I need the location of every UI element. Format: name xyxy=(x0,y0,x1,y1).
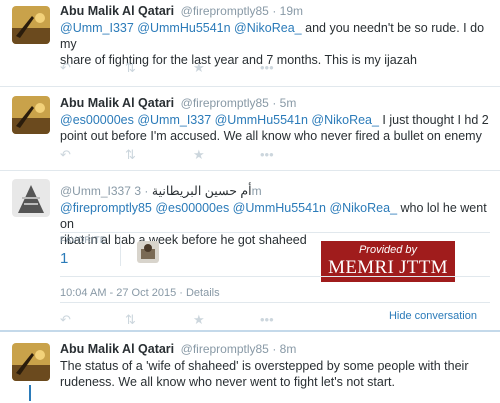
mentions[interactable]: @firepromptly85 @es00000es @UmmHu5541n @… xyxy=(60,201,397,215)
tweet-text-line: The status of a 'wife of shaheed' is ove… xyxy=(60,359,469,373)
user-handle[interactable]: @firepromptly85 xyxy=(181,96,269,110)
tweet-date-details[interactable]: 10:04 AM - 27 Oct 2015 · Details xyxy=(60,287,220,299)
retweet-icon[interactable]: ⇅ xyxy=(125,312,136,328)
divider xyxy=(60,276,490,277)
thread-line xyxy=(29,385,31,401)
timestamp[interactable]: · 19m xyxy=(272,4,303,18)
display-name[interactable]: Abu Malik Al Qatari xyxy=(60,96,174,110)
timestamp[interactable]: · 8m xyxy=(272,342,296,356)
tweet-text-part: I just thought I hd 2 xyxy=(378,113,489,127)
tweet-text-line: share of fighting for the last year and … xyxy=(60,53,417,67)
avatar[interactable] xyxy=(12,343,50,381)
conversation-divider xyxy=(0,330,500,332)
reply-icon[interactable]: ↶ xyxy=(60,147,71,163)
retweet-icon[interactable]: ⇅ xyxy=(125,60,136,76)
favorite-stat-label[interactable]: FAVORITE xyxy=(60,235,106,245)
favoriter-avatar[interactable] xyxy=(137,241,159,263)
user-handle[interactable]: @firepromptly85 xyxy=(181,4,269,18)
tweet-header: Abu Malik Al Qatari @firepromptly85 · 8m xyxy=(60,341,490,357)
tweet-2[interactable]: Abu Malik Al Qatari @firepromptly85 · 5m… xyxy=(0,87,500,169)
user-handle[interactable]: @Umm_I337 xyxy=(60,184,131,198)
tweet-text-line: point out before I'm accused. We all kno… xyxy=(60,129,482,143)
avatar[interactable] xyxy=(12,179,50,217)
more-icon[interactable]: ••• xyxy=(260,312,274,328)
stat-separator xyxy=(120,236,121,266)
user-handle[interactable]: @firepromptly85 xyxy=(181,342,269,356)
hide-conversation-link[interactable]: Hide conversation xyxy=(389,310,477,322)
divider xyxy=(60,232,490,233)
badge-top: Provided by xyxy=(358,244,418,256)
reply-icon[interactable]: ↶ xyxy=(60,60,71,76)
display-name[interactable]: Abu Malik Al Qatari xyxy=(60,4,174,18)
mentions[interactable]: @Umm_I337 @UmmHu5541n @NikoRea_ xyxy=(60,21,302,35)
tweet-header: Abu Malik Al Qatari @firepromptly85 · 19… xyxy=(60,3,490,19)
star-icon[interactable]: ★ xyxy=(193,312,205,328)
mentions[interactable]: @es00000es @Umm_I337 @UmmHu5541n @NikoRe… xyxy=(60,113,379,127)
tweet-4[interactable]: Abu Malik Al Qatari @firepromptly85 · 8m… xyxy=(0,333,500,403)
display-name[interactable]: Abu Malik Al Qatari xyxy=(60,342,174,356)
star-icon[interactable]: ★ xyxy=(193,60,205,76)
timestamp[interactable]: · 5m xyxy=(272,96,296,110)
reply-icon[interactable]: ↶ xyxy=(60,312,71,328)
favorite-stat-count[interactable]: 1 xyxy=(60,250,68,267)
tweet-text-line: rudeness. We all know who never went to … xyxy=(60,375,395,389)
more-icon[interactable]: ••• xyxy=(260,60,274,76)
tweet-text: @es00000es @Umm_I337 @UmmHu5541n @NikoRe… xyxy=(60,112,490,144)
display-name-arabic[interactable]: أم حسين البريطانية xyxy=(152,184,252,198)
tweet-1[interactable]: Abu Malik Al Qatari @firepromptly85 · 19… xyxy=(0,0,500,80)
tweet-header: Abu Malik Al Qatari @firepromptly85 · 5m xyxy=(60,95,490,111)
avatar[interactable] xyxy=(12,6,50,44)
tweet-header: @Umm_I337 أم حسين البريطانية · 3m xyxy=(60,183,490,199)
divider xyxy=(60,302,490,303)
avatar[interactable] xyxy=(12,96,50,134)
retweet-icon[interactable]: ⇅ xyxy=(125,147,136,163)
more-icon[interactable]: ••• xyxy=(260,147,274,163)
star-icon[interactable]: ★ xyxy=(193,147,205,163)
tweet-text: The status of a 'wife of shaheed' is ove… xyxy=(60,358,490,390)
